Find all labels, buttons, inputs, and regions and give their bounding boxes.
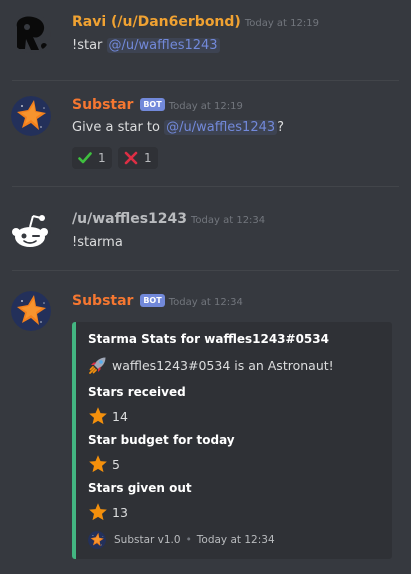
- reaction-check[interactable]: 1: [72, 147, 112, 169]
- field-value: 13: [112, 504, 128, 520]
- footer-timestamp: Today at 12:34: [196, 534, 275, 546]
- black-ink-avatar-icon: [16, 16, 47, 50]
- embed-title: Starma Stats for waffles1243#0534: [88, 332, 329, 346]
- author-name[interactable]: /u/waffles1243: [72, 211, 187, 227]
- field-name-stars-given: Stars given out: [88, 481, 192, 495]
- message-header: Substar BOT Today at 12:19: [72, 97, 243, 113]
- message-waffles: /u/waffles1243 Today at 12:34 !starma: [0, 187, 411, 270]
- author-name[interactable]: Substar: [72, 97, 133, 113]
- message-substar-1: Substar BOT Today at 12:19 Give a star to…: [0, 81, 411, 186]
- field-name-stars-received: Stars received: [88, 385, 186, 399]
- bot-badge: BOT: [140, 294, 165, 307]
- user-mention[interactable]: @/u/waffles1243: [106, 38, 220, 53]
- star-avatar-icon: [11, 291, 51, 331]
- message-ravi: Ravi (/u/Dan6erbond) Today at 12:19 !star…: [0, 0, 411, 80]
- check-icon: [78, 152, 92, 164]
- field-value-stars-given: 13: [88, 502, 128, 522]
- message-text: Give a star to: [72, 120, 165, 135]
- message-text: !star: [72, 38, 107, 53]
- timestamp: Today at 12:19: [244, 18, 319, 29]
- author-name[interactable]: Ravi (/u/Dan6erbond): [72, 14, 241, 30]
- embed-description-text: waffles1243#0534 is an Astronaut!: [112, 357, 334, 373]
- message-header: Ravi (/u/Dan6erbond) Today at 12:19: [72, 14, 319, 30]
- reddit-avatar-icon: [12, 215, 48, 247]
- embed-footer: Substar v1.0 • Today at 12:34: [88, 531, 275, 549]
- author-name[interactable]: Substar: [72, 293, 133, 309]
- field-value-star-budget: 5: [88, 454, 120, 474]
- star-icon: [88, 502, 108, 522]
- star-icon: [88, 454, 108, 474]
- reaction-count: 1: [144, 151, 152, 165]
- bot-badge: BOT: [140, 98, 165, 111]
- message-content: !star @/u/waffles1243: [72, 38, 220, 53]
- message-text: !starma: [72, 235, 123, 250]
- avatar[interactable]: [11, 210, 51, 250]
- footer-text: Substar v1.0: [114, 534, 181, 546]
- user-mention[interactable]: @/u/waffles1243: [164, 120, 278, 135]
- avatar[interactable]: [11, 13, 51, 53]
- timestamp: Today at 12:34: [168, 297, 243, 308]
- field-value: 14: [112, 408, 128, 424]
- avatar[interactable]: [11, 96, 51, 136]
- avatar[interactable]: [11, 291, 51, 331]
- rocket-icon: [89, 357, 106, 374]
- message-text-suffix: ?: [277, 120, 285, 135]
- reaction-count: 1: [98, 151, 106, 165]
- message-header: Substar BOT Today at 12:34: [72, 293, 243, 309]
- timestamp: Today at 12:34: [191, 215, 266, 226]
- x-icon: [124, 151, 138, 165]
- stats-embed: Starma Stats for waffles1243#0534 waffle…: [72, 322, 392, 559]
- timestamp: Today at 12:19: [168, 101, 243, 112]
- footer-star-avatar-icon: [88, 531, 106, 549]
- field-name-star-budget: Star budget for today: [88, 433, 235, 447]
- reaction-x[interactable]: 1: [118, 147, 158, 169]
- field-value-stars-received: 14: [88, 406, 128, 426]
- embed-description: waffles1243#0534 is an Astronaut!: [88, 355, 334, 375]
- field-value: 5: [112, 456, 120, 472]
- message-content: Give a star to @/u/waffles1243?: [72, 120, 284, 135]
- star-avatar-icon: [11, 96, 51, 136]
- message-header: /u/waffles1243 Today at 12:34: [72, 211, 265, 227]
- footer-separator: •: [185, 534, 192, 546]
- star-icon: [88, 406, 108, 426]
